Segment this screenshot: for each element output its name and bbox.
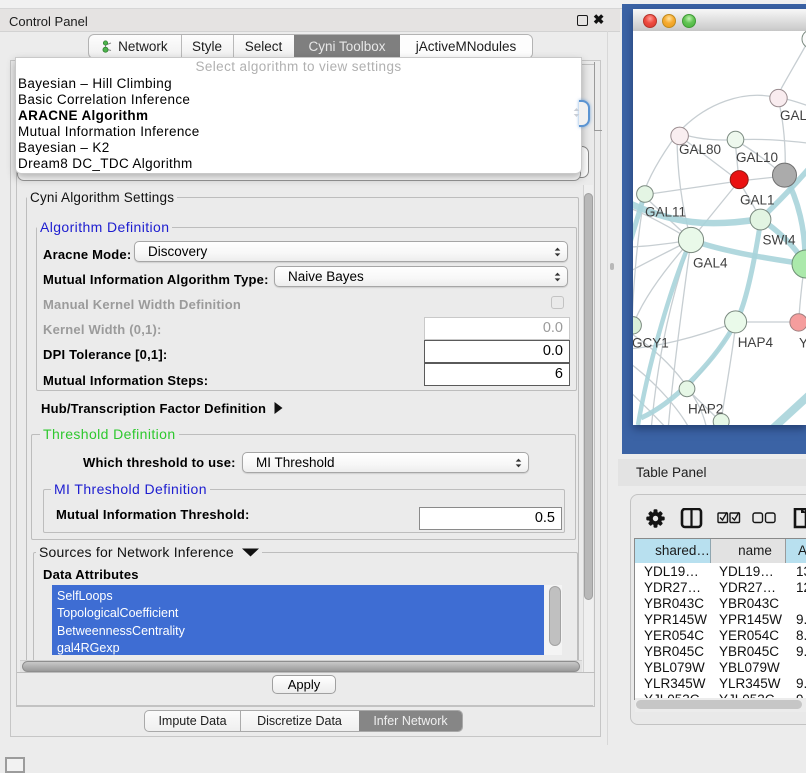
svg-text:GAL80: GAL80	[679, 142, 721, 157]
svg-text:GCY1: GCY1	[633, 336, 669, 351]
svg-text:GAL1: GAL1	[740, 193, 775, 208]
svg-text:HAP2: HAP2	[688, 402, 723, 417]
svg-text:GAL11: GAL11	[645, 205, 686, 220]
svg-text:YM: YM	[799, 336, 806, 351]
svg-text:GAL10: GAL10	[736, 150, 778, 165]
svg-text:GAL7: GAL7	[780, 108, 806, 123]
svg-text:HAP4: HAP4	[738, 335, 774, 350]
svg-text:GAL4: GAL4	[693, 256, 728, 271]
svg-text:SWI4: SWI4	[763, 232, 796, 247]
